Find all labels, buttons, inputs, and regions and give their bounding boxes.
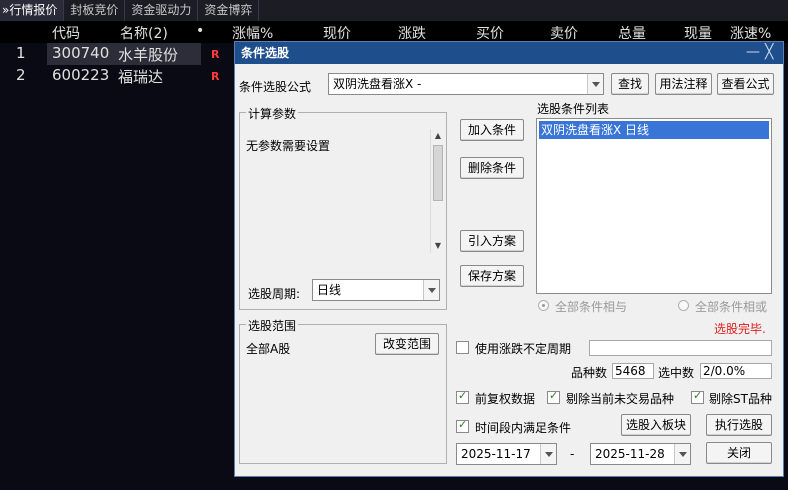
- tab-quotes[interactable]: »行情报价: [0, 0, 65, 21]
- radio-and[interactable]: [538, 300, 549, 311]
- formula-label: 条件选股公式: [239, 80, 312, 94]
- time-range-checkbox[interactable]: [456, 418, 469, 433]
- unfixed-period-checkbox[interactable]: [456, 341, 469, 354]
- view-formula-button[interactable]: 查看公式: [717, 73, 774, 95]
- close-button[interactable]: 关闭: [706, 442, 772, 464]
- table-header: 代码 名称(2) • 涨幅% 现价 涨跌 买价 卖价 总量 现量 涨速%: [0, 21, 788, 43]
- tab-fund-drive[interactable]: 资金驱动力: [125, 0, 199, 21]
- stock-name: 福瑞达: [118, 68, 164, 86]
- adjusted-data-checkbox[interactable]: [456, 389, 469, 404]
- app-root: »行情报价 封板竞价 资金驱动力 资金博弈 代码 名称(2) • 涨幅% 现价 …: [0, 0, 788, 490]
- start-date-value: 2025-11-17: [461, 447, 531, 461]
- margin-flag-badge: R: [211, 70, 220, 83]
- formula-select-value: 双阴洗盘看涨X -: [333, 77, 422, 91]
- unfixed-period-input[interactable]: [589, 340, 772, 356]
- params-group: 计算参数 无参数需要设置 ▲ ▼ 选股周期: 日线: [239, 105, 447, 310]
- params-text: 无参数需要设置: [246, 139, 331, 153]
- start-date-picker[interactable]: 2025-11-17: [456, 443, 557, 465]
- column-header-bid[interactable]: 买价: [476, 23, 504, 43]
- scroll-down-icon[interactable]: ▼: [431, 239, 445, 253]
- execute-screen-button[interactable]: 执行选股: [706, 414, 772, 436]
- conditions-list[interactable]: 双阴洗盘看涨X 日线: [536, 118, 772, 294]
- remove-untraded-label: 剔除当前未交易品种: [566, 392, 675, 406]
- scope-group: 选股范围 全部A股 改变范围: [239, 317, 447, 464]
- top-tab-bar: »行情报价 封板竞价 资金驱动力 资金博弈: [0, 0, 788, 21]
- chevron-down-icon[interactable]: [674, 444, 690, 464]
- scope-value: 全部A股: [246, 342, 291, 356]
- period-select[interactable]: 日线: [312, 279, 440, 301]
- row-index: 1: [16, 44, 26, 62]
- chevron-down-icon[interactable]: [540, 444, 556, 464]
- tab-label: 资金驱动力: [131, 3, 192, 17]
- import-plan-button[interactable]: 引入方案: [460, 230, 524, 252]
- remove-st-label: 剔除ST品种: [709, 392, 772, 406]
- stock-name: 水羊股份: [118, 46, 179, 64]
- usage-notes-button[interactable]: 用法注释: [655, 73, 712, 95]
- stock-code: 300740: [52, 44, 110, 62]
- chevron-down-icon[interactable]: [587, 74, 603, 94]
- find-button[interactable]: 查找: [611, 73, 649, 95]
- column-header-change-pct[interactable]: 涨幅%: [232, 23, 273, 43]
- conditions-list-title: 选股条件列表: [537, 102, 610, 116]
- dialog-title[interactable]: 条件选股: [235, 42, 783, 64]
- period-select-value: 日线: [317, 283, 342, 297]
- column-header-speed[interactable]: 涨速%: [730, 23, 771, 43]
- chevron-down-icon[interactable]: [423, 280, 439, 300]
- column-header-ask[interactable]: 卖价: [550, 23, 578, 43]
- selected-value: 2/0.0%: [700, 363, 772, 379]
- column-header-current-vol[interactable]: 现量: [684, 23, 712, 43]
- add-condition-button[interactable]: 加入条件: [460, 119, 524, 141]
- end-date-picker[interactable]: 2025-11-28: [590, 443, 691, 465]
- scroll-thumb[interactable]: [433, 145, 443, 201]
- column-header-name[interactable]: 名称(2): [120, 23, 168, 43]
- delete-condition-button[interactable]: 删除条件: [460, 157, 524, 179]
- adjusted-data-label: 前复权数据: [475, 392, 536, 406]
- selected-label: 选中数: [658, 366, 695, 380]
- scroll-up-icon[interactable]: ▲: [431, 129, 445, 143]
- radio-or-label: 全部条件相或: [695, 300, 768, 314]
- count-value: 5468: [612, 363, 654, 379]
- radio-or[interactable]: [678, 300, 689, 311]
- remove-st-checkbox[interactable]: [691, 389, 704, 404]
- tab-label: 资金博弈: [204, 3, 253, 17]
- column-header-code[interactable]: 代码: [52, 23, 80, 43]
- remove-untraded-checkbox[interactable]: [547, 389, 560, 404]
- column-header-dot: •: [196, 23, 205, 39]
- add-to-block-button[interactable]: 选股入板块: [621, 414, 691, 436]
- params-scrollbar[interactable]: ▲ ▼: [430, 129, 444, 253]
- stock-code: 600223: [52, 66, 110, 84]
- row-index: 2: [16, 66, 26, 84]
- date-separator: -: [570, 447, 575, 461]
- unfixed-period-label: 使用涨跌不定周期: [475, 342, 572, 356]
- time-range-label: 时间段内满足条件: [475, 421, 572, 435]
- column-header-change[interactable]: 涨跌: [398, 23, 426, 43]
- minimize-icon[interactable]: —: [746, 42, 760, 62]
- column-header-price[interactable]: 现价: [323, 23, 351, 43]
- close-icon[interactable]: ╳: [765, 42, 773, 62]
- column-header-volume[interactable]: 总量: [618, 23, 646, 43]
- tab-fund-game[interactable]: 资金博弈: [198, 0, 260, 21]
- list-item[interactable]: 双阴洗盘看涨X 日线: [539, 121, 769, 139]
- formula-select[interactable]: 双阴洗盘看涨X -: [328, 73, 604, 95]
- change-scope-button[interactable]: 改变范围: [375, 333, 439, 355]
- radio-and-label: 全部条件相与: [555, 300, 628, 314]
- condition-screener-dialog: 条件选股 — ╳ 条件选股公式 双阴洗盘看涨X - 查找 用法注释 查看公式 计…: [234, 41, 784, 477]
- scope-group-title: 选股范围: [246, 317, 299, 334]
- tab-label: 封板竞价: [70, 3, 119, 17]
- save-plan-button[interactable]: 保存方案: [460, 265, 524, 287]
- end-date-value: 2025-11-28: [595, 447, 665, 461]
- count-label: 品种数: [571, 366, 608, 380]
- tab-limit-bid[interactable]: 封板竞价: [64, 0, 126, 21]
- period-label: 选股周期:: [248, 287, 301, 301]
- margin-flag-badge: R: [211, 48, 220, 61]
- tab-label: 行情报价: [9, 3, 58, 17]
- status-text: 选股完毕.: [714, 322, 766, 336]
- params-group-title: 计算参数: [246, 105, 299, 122]
